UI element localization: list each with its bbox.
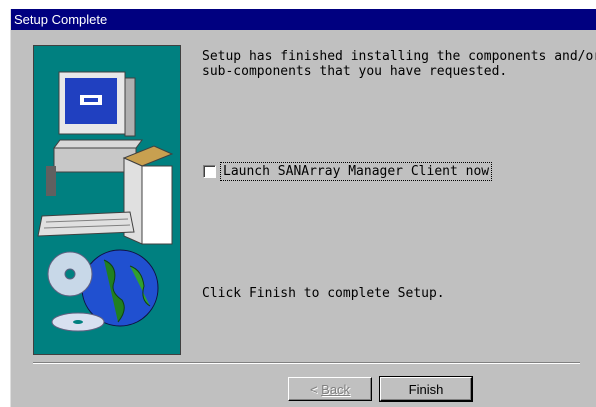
completion-message: Setup has finished installing the compon… xyxy=(202,49,596,79)
back-arrow: < xyxy=(309,381,318,397)
launch-client-checkbox[interactable] xyxy=(203,164,216,178)
finish-label: Finish xyxy=(408,381,444,397)
back-button[interactable]: < Back xyxy=(288,377,372,401)
finish-instruction: Click Finish to complete Setup. xyxy=(202,286,445,301)
launch-client-label[interactable]: Launch SANArray Manager Client now xyxy=(219,161,493,181)
setup-dialog: Setup Complete Setup has finished instal… xyxy=(10,9,596,407)
computer-globe-cd-icon xyxy=(37,71,174,332)
finish-button[interactable]: Finish xyxy=(379,376,473,402)
back-label: Back xyxy=(321,381,351,397)
divider xyxy=(33,362,580,364)
launch-client-checkbox-row[interactable]: Launch SANArray Manager Client now xyxy=(203,161,493,181)
title-bar[interactable]: Setup Complete xyxy=(11,9,596,30)
setup-illustration xyxy=(33,45,181,355)
window-title: Setup Complete xyxy=(14,12,108,27)
